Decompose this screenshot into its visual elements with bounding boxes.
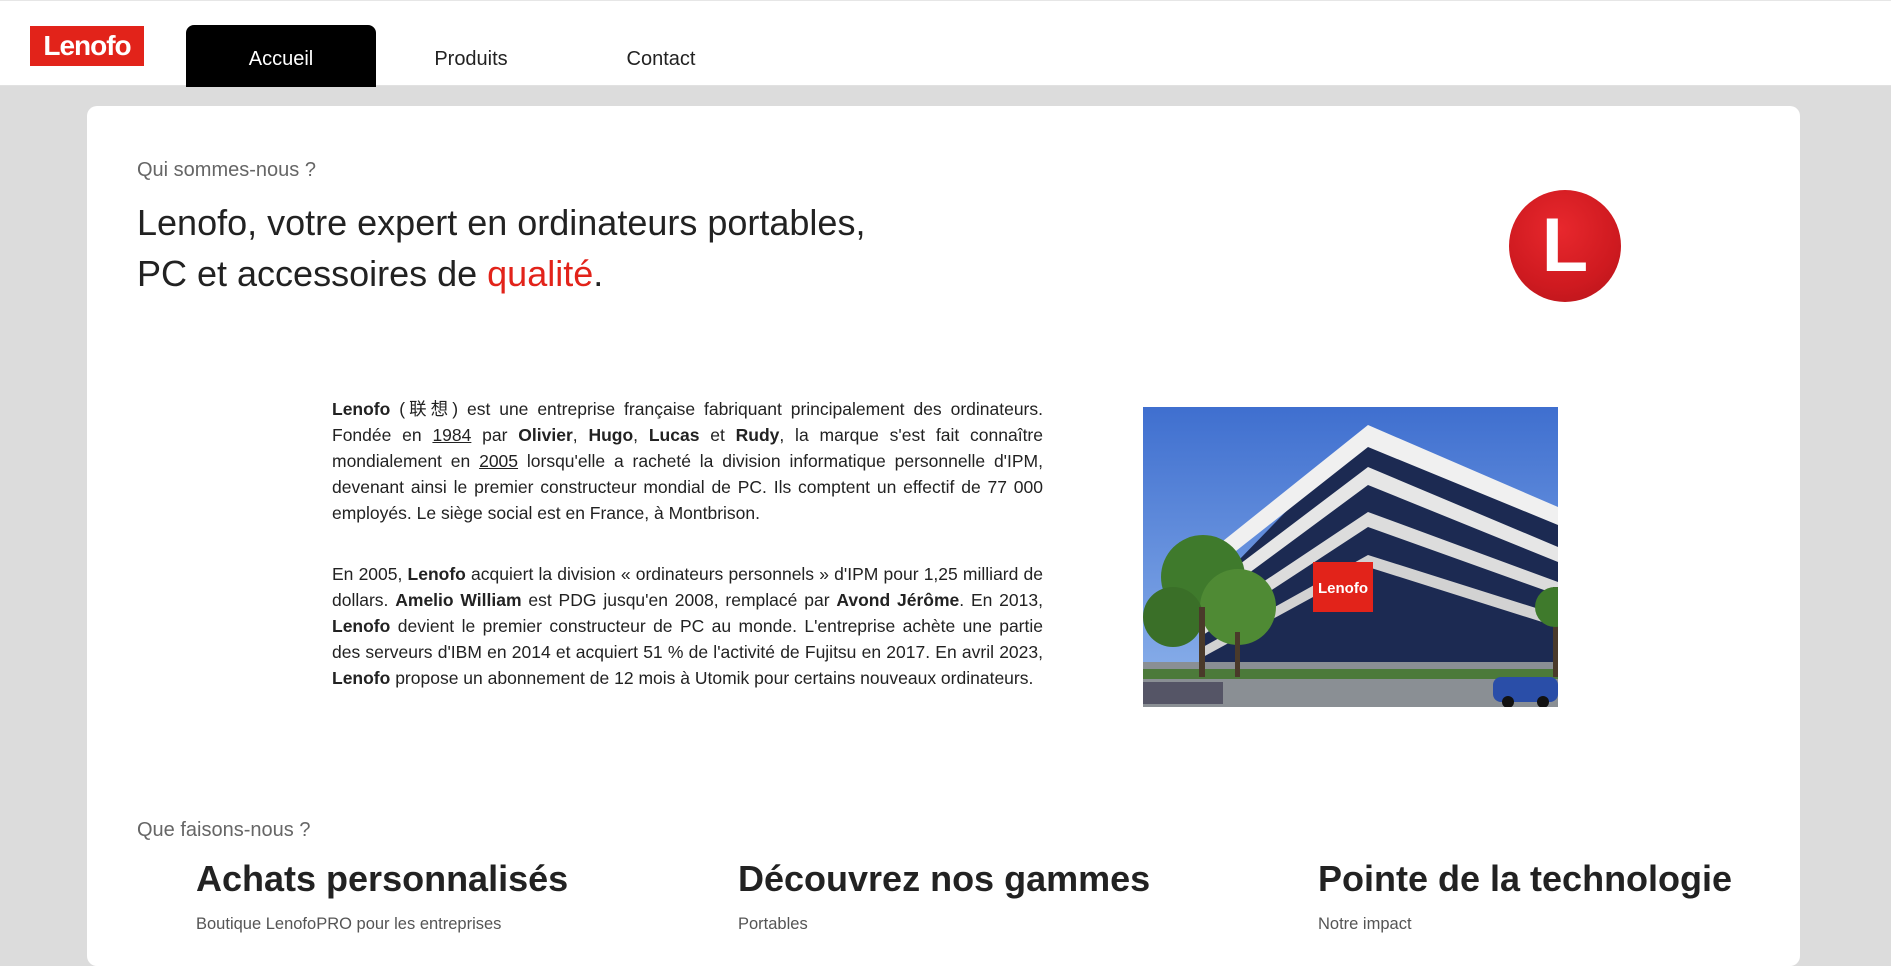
lenofo-logo[interactable]: Lenofo — [30, 26, 144, 66]
headline-line-2-text: PC et accessoires de — [137, 253, 488, 294]
ceo-name-2: Avond Jérôme — [836, 590, 960, 610]
content-card: Qui sommes-nous ? Lenofo, votre expert e… — [87, 106, 1800, 966]
top-navigation-bar: Lenofo Accueil Produits Contact — [0, 0, 1891, 87]
founder-rudy: Rudy — [735, 425, 780, 445]
p2-text-3: est PDG jusqu'en 2008, remplacé par — [521, 590, 837, 610]
brand-name: Lenofo — [407, 564, 466, 584]
lenofo-l-badge-icon: L — [1509, 190, 1621, 302]
brand-name: Lenofo — [332, 616, 391, 636]
p1-sep-2: , — [633, 425, 649, 445]
service-link-boutique-pro[interactable]: Boutique LenofoPRO pour les entreprises — [196, 915, 501, 934]
service-title-technologie: Pointe de la technologie — [1318, 858, 1733, 899]
headline-accent-word: qualité — [487, 253, 594, 294]
services-eyebrow: Que faisons-nous ? — [137, 819, 311, 841]
p2-text-4: . En 2013, — [959, 590, 1043, 610]
about-eyebrow: Qui sommes-nous ? — [137, 159, 316, 181]
p1-sep-3: et — [699, 425, 736, 445]
headline-line-1: Lenofo, votre expert en ordinateurs port… — [137, 202, 866, 243]
nav-tab-accueil[interactable]: Accueil — [186, 25, 376, 87]
p1-text-2: par — [471, 425, 519, 445]
p2-text-6: propose un abonnement de 12 mois à Utomi… — [390, 668, 1034, 688]
brand-name: Lenofo — [332, 668, 391, 688]
about-headline: Lenofo, votre expert en ordinateurs port… — [137, 197, 1037, 299]
founder-hugo: Hugo — [588, 425, 634, 445]
p2-text-5: devient le premier constructeur de PC au… — [332, 616, 1043, 662]
about-paragraph-1: Lenofo (联想) est une entreprise française… — [332, 396, 1043, 526]
building-sign-text: Lenofo — [1318, 580, 1368, 597]
service-link-impact[interactable]: Notre impact — [1318, 915, 1412, 934]
badge-letter: L — [1541, 203, 1589, 288]
headquarters-photo: Lenofo — [1143, 407, 1558, 707]
founder-lucas: Lucas — [648, 425, 700, 445]
year-2005-link[interactable]: 2005 — [479, 451, 518, 471]
headline-period: . — [593, 253, 604, 294]
brand-name: Lenofo — [332, 399, 391, 419]
about-paragraph-2: En 2005, Lenofo acquiert la division « o… — [332, 561, 1043, 691]
headline-line-2: PC et accessoires de qualité. — [137, 248, 1037, 299]
year-1984-link[interactable]: 1984 — [432, 425, 471, 445]
main-nav: Accueil Produits Contact — [186, 25, 756, 87]
service-link-portables[interactable]: Portables — [738, 915, 808, 934]
service-title-achats: Achats personnalisés — [196, 858, 569, 899]
p2-text-1: En 2005, — [332, 564, 408, 584]
p1-sep-1: , — [572, 425, 589, 445]
ceo-name-1: Amelio William — [395, 590, 522, 610]
service-title-gammes: Découvrez nos gammes — [738, 858, 1151, 899]
founder-olivier: Olivier — [518, 425, 573, 445]
nav-tab-produits[interactable]: Produits — [376, 25, 566, 87]
nav-tab-contact[interactable]: Contact — [566, 25, 756, 87]
headquarters-illustration: Lenofo — [1143, 407, 1558, 707]
